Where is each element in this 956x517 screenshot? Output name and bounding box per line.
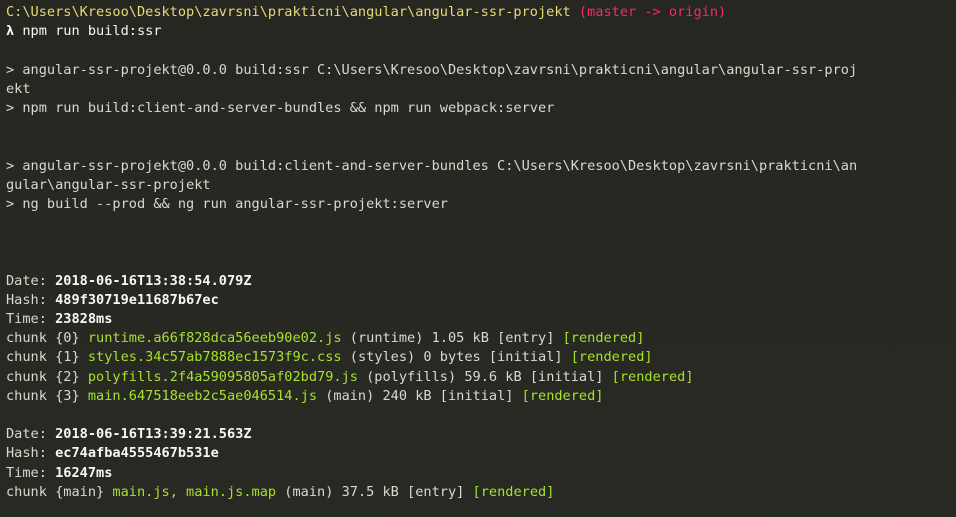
chunk-file: main.js, main.js.map	[104, 483, 277, 500]
chunk-name: (main)	[276, 483, 342, 500]
build-date: 2018-06-16T13:38:54.079Z	[55, 272, 252, 289]
hash-label: Hash:	[6, 445, 56, 462]
build-date-line: Date: 2018-06-16T13:39:21.563Z	[6, 425, 956, 444]
script-output-line: > angular-ssr-projekt@0.0.0 build:client…	[6, 157, 858, 174]
chunk-tags: [initial]	[431, 387, 522, 404]
time-label: Time:	[6, 464, 56, 481]
prompt-path-line: C:\Users\Kresoo\Desktop\zavrsni\prakticn…	[6, 3, 956, 22]
chunk-name: (main)	[317, 387, 383, 404]
build-time-line: Time: 23828ms	[6, 310, 956, 329]
chunk-status: [rendered]	[472, 483, 555, 500]
chunk-line: chunk {2} polyfills.2f4a59095805af02bd79…	[6, 368, 956, 387]
chunk-line: chunk {0} runtime.a66f828dca56eeb90e02.j…	[6, 329, 956, 348]
build-time: 23828ms	[55, 311, 113, 327]
chunk-name: (runtime)	[341, 330, 432, 347]
chunk-tags: [initial]	[480, 349, 571, 366]
chunk-status: [rendered]	[521, 387, 604, 404]
chunk-size: 0 bytes	[423, 349, 481, 366]
chunk-id: {main}	[55, 483, 105, 500]
build-hash: ec74afba4555467b531e	[55, 445, 219, 462]
script-output-line: ekt	[6, 80, 31, 97]
script-output-line: gular\angular-ssr-projekt	[6, 176, 211, 193]
time-label: Time:	[6, 311, 56, 327]
chunk-size: 240 kB	[382, 387, 432, 404]
terminal-window[interactable]: C:\Users\Kresoo\Desktop\zavrsni\prakticn…	[0, 0, 956, 517]
chunk-line: chunk {main} main.js, main.js.map (main)…	[6, 483, 956, 502]
command-line[interactable]: λ npm run build:ssr	[6, 22, 956, 41]
chunk-id: {3}	[55, 387, 80, 404]
build-date-line: Date: 2018-06-16T13:38:54.079Z	[6, 272, 956, 291]
build-time: 16247ms	[55, 464, 113, 481]
chunk-tags: [initial]	[521, 368, 612, 385]
command-text: npm run build:ssr	[14, 23, 162, 40]
build-date: 2018-06-16T13:39:21.563Z	[55, 426, 252, 443]
chunk-tags: [entry]	[488, 330, 563, 347]
script-output-line: > npm run build:client-and-server-bundle…	[6, 99, 555, 116]
chunk-prefix: chunk	[6, 349, 56, 366]
chunk-prefix: chunk	[6, 483, 56, 500]
chunk-size: 59.6 kB	[464, 368, 522, 385]
chunk-id: {1}	[55, 349, 80, 366]
chunk-size: 1.05 kB	[431, 330, 489, 347]
chunk-file: main.647518eeb2c5ae046514.js	[79, 387, 318, 404]
chunk-id: {2}	[55, 368, 80, 385]
chunk-prefix: chunk	[6, 368, 56, 385]
date-label: Date:	[6, 272, 56, 289]
build-hash: 489f30719e11687b67ec	[55, 291, 219, 308]
chunk-prefix: chunk	[6, 330, 56, 347]
chunk-file: styles.34c57ab7888ec1573f9c.css	[79, 349, 342, 366]
chunk-status: [rendered]	[611, 368, 694, 385]
chunk-prefix: chunk	[6, 387, 56, 404]
build-time-line: Time: 16247ms	[6, 464, 956, 483]
hash-label: Hash:	[6, 291, 56, 308]
build-hash-line: Hash: ec74afba4555467b531e	[6, 444, 956, 463]
build-hash-line: Hash: 489f30719e11687b67ec	[6, 291, 956, 310]
chunk-name: (styles)	[341, 349, 424, 366]
git-branch-status: (master -> origin)	[570, 4, 727, 20]
prompt-path: C:\Users\Kresoo\Desktop\zavrsni\prakticn…	[6, 4, 571, 20]
script-output-line: > ng build --prod && ng run angular-ssr-…	[6, 195, 448, 212]
chunk-status: [rendered]	[570, 349, 653, 366]
chunk-status: [rendered]	[562, 330, 645, 347]
chunk-id: {0}	[55, 330, 80, 347]
chunk-name: (polyfills)	[357, 368, 465, 385]
lambda-prompt-icon: λ	[6, 23, 15, 40]
chunk-file: runtime.a66f828dca56eeb90e02.js	[79, 330, 342, 347]
chunk-size: 37.5 kB	[341, 483, 399, 500]
chunk-line: chunk {1} styles.34c57ab7888ec1573f9c.cs…	[6, 348, 956, 367]
chunk-file: polyfills.2f4a59095805af02bd79.js	[79, 368, 358, 385]
script-output-line: > angular-ssr-projekt@0.0.0 build:ssr C:…	[6, 61, 858, 78]
chunk-tags: [entry]	[398, 483, 473, 500]
chunk-line: chunk {3} main.647518eeb2c5ae046514.js (…	[6, 387, 956, 406]
date-label: Date:	[6, 426, 56, 443]
